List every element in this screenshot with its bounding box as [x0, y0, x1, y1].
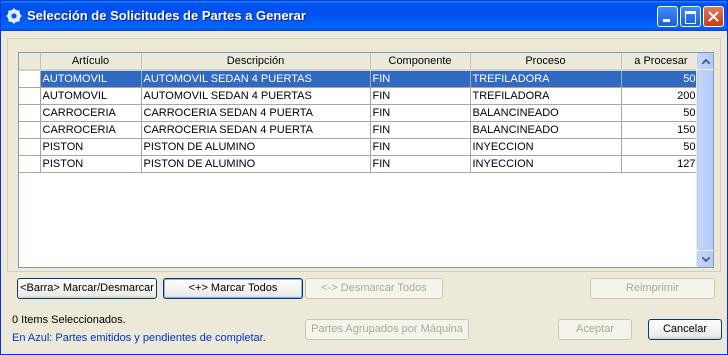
marcar-desmarcar-button[interactable]: <Barra> Marcar/Desmarcar: [17, 278, 157, 299]
cell-descripcion: CARROCERIA SEDAN 4 PUERTA: [141, 104, 371, 122]
cell-componente: FIN: [370, 121, 471, 139]
scroll-down-button[interactable]: [697, 251, 713, 267]
table-row[interactable]: AUTOMOVIL AUTOMOVIL SEDAN 4 PUERTAS FIN TRE…: [19, 70, 699, 88]
title-bar[interactable]: Selección de Solicitudes de Partes a Gen…: [1, 1, 727, 31]
solicitudes-table: Artículo Descripción Componente Proceso …: [19, 53, 699, 173]
vertical-scrollbar[interactable]: [696, 53, 713, 267]
aceptar-button[interactable]: Aceptar: [558, 319, 632, 340]
minimize-button[interactable]: [657, 6, 678, 27]
row-selector[interactable]: [19, 104, 41, 122]
marcar-todos-button[interactable]: <+> Marcar Todos: [163, 278, 303, 299]
window-title: Selección de Solicitudes de Partes a Gen…: [27, 8, 306, 23]
cell-articulo: CARROCERIA: [40, 104, 142, 122]
desmarcar-todos-button[interactable]: <-> Desmarcar Todos: [305, 278, 443, 299]
cell-cantidad: 50: [621, 70, 699, 88]
cell-componente: FIN: [370, 70, 471, 88]
scroll-thumb[interactable]: [697, 70, 713, 250]
cell-proceso: INYECCION: [470, 155, 622, 173]
cell-descripcion: CARROCERIA SEDAN 4 PUERTA: [141, 121, 371, 139]
cell-proceso: BALANCINEADO: [470, 121, 622, 139]
chevron-up-icon: [702, 59, 710, 64]
cell-componente: FIN: [370, 138, 471, 156]
cell-proceso: TREFILADORA: [470, 87, 622, 105]
partes-agrupados-button[interactable]: Partes Agrupados por Máquina: [305, 319, 469, 340]
column-header-componente[interactable]: Componente: [370, 53, 471, 71]
cell-articulo: AUTOMOVIL: [40, 70, 142, 88]
cell-componente: FIN: [370, 104, 471, 122]
row-header-corner: [19, 53, 41, 71]
row-selector[interactable]: [19, 155, 41, 173]
legend-label: En Azul: Partes emitidos y pendientes de…: [12, 332, 266, 344]
table-header-row: Artículo Descripción Componente Proceso …: [19, 53, 699, 71]
row-selector[interactable]: [19, 138, 41, 156]
cell-descripcion: AUTOMOVIL SEDAN 4 PUERTAS: [141, 70, 371, 88]
scroll-up-button[interactable]: [697, 53, 713, 69]
selected-count-label: 0 Items Seleccionados.: [12, 314, 126, 326]
table-row[interactable]: CARROCERIA CARROCERIA SEDAN 4 PUERTA FIN BA…: [19, 121, 699, 139]
cell-cantidad: 50: [621, 138, 699, 156]
cell-cantidad: 150: [621, 121, 699, 139]
reimprimir-button[interactable]: Reimprimir: [590, 278, 715, 299]
chevron-down-icon: [702, 257, 710, 262]
close-button[interactable]: [703, 6, 724, 27]
cell-articulo: AUTOMOVIL: [40, 87, 142, 105]
cell-componente: FIN: [370, 87, 471, 105]
cancelar-button[interactable]: Cancelar: [648, 319, 722, 340]
close-icon: [708, 11, 719, 22]
column-header-articulo[interactable]: Artículo: [40, 53, 142, 71]
column-header-a-procesar[interactable]: a Procesar: [621, 53, 699, 71]
cell-descripcion: PISTON DE ALUMINO: [141, 155, 371, 173]
table-row[interactable]: PISTON PISTON DE ALUMINO FIN INYECCION 50: [19, 138, 699, 156]
cell-articulo: PISTON: [40, 155, 142, 173]
cell-descripcion: AUTOMOVIL SEDAN 4 PUERTAS: [141, 87, 371, 105]
cell-articulo: PISTON: [40, 138, 142, 156]
gear-icon: [6, 8, 22, 24]
cell-cantidad: 127: [621, 155, 699, 173]
cell-cantidad: 200: [621, 87, 699, 105]
row-selector[interactable]: [19, 70, 41, 88]
cell-proceso: INYECCION: [470, 138, 622, 156]
column-header-proceso[interactable]: Proceso: [470, 53, 622, 71]
table-row[interactable]: PISTON PISTON DE ALUMINO FIN INYECCION 127: [19, 155, 699, 173]
dialog-window: Selección de Solicitudes de Partes a Gen…: [0, 0, 728, 355]
cell-componente: FIN: [370, 155, 471, 173]
cell-articulo: CARROCERIA: [40, 121, 142, 139]
cell-proceso: TREFILADORA: [470, 70, 622, 88]
row-selector[interactable]: [19, 87, 41, 105]
cell-descripcion: PISTON DE ALUMINO: [141, 138, 371, 156]
row-selector[interactable]: [19, 121, 41, 139]
cell-proceso: BALANCINEADO: [470, 104, 622, 122]
column-header-descripcion[interactable]: Descripción: [141, 53, 371, 71]
solicitudes-grid[interactable]: Artículo Descripción Componente Proceso …: [18, 52, 714, 268]
table-row[interactable]: CARROCERIA CARROCERIA SEDAN 4 PUERTA FIN BA…: [19, 104, 699, 122]
cell-cantidad: 50: [621, 104, 699, 122]
maximize-button[interactable]: [680, 6, 701, 27]
table-row[interactable]: AUTOMOVIL AUTOMOVIL SEDAN 4 PUERTAS FIN TRE…: [19, 87, 699, 105]
